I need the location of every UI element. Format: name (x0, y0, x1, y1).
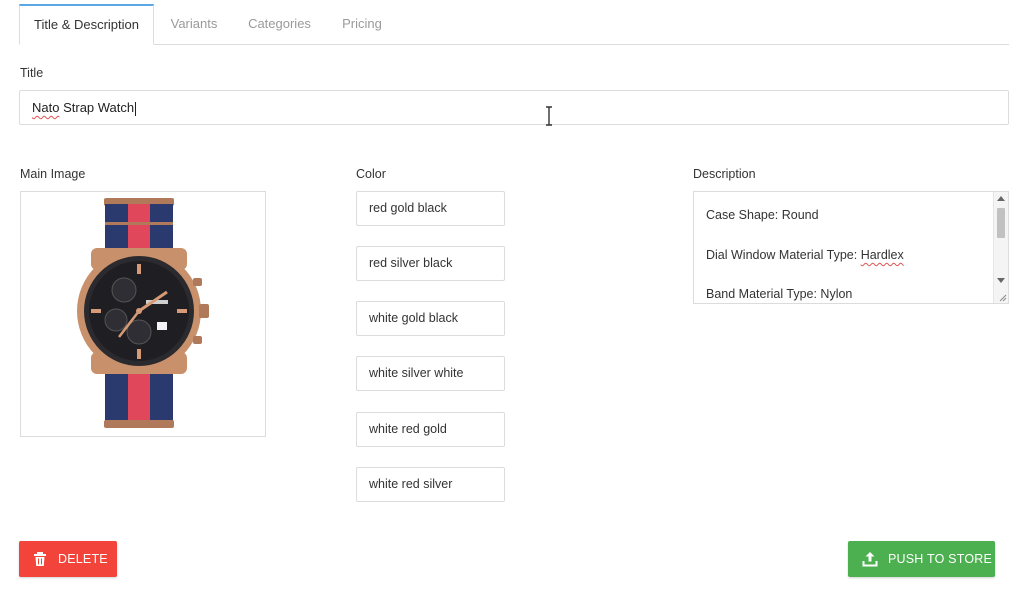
description-line-text: Dial Window Material Type: (706, 248, 861, 262)
main-image-label: Main Image (20, 167, 86, 181)
scroll-thumb[interactable] (997, 208, 1005, 238)
upload-icon (862, 552, 878, 567)
main-image[interactable] (20, 191, 266, 437)
watch-image-icon (77, 198, 209, 428)
description-scrollbar[interactable] (993, 192, 1008, 303)
scroll-down-arrow-icon[interactable] (997, 278, 1005, 283)
description-label: Description (693, 167, 756, 181)
tab-title-description[interactable]: Title & Description (19, 4, 154, 45)
color-label: Color (356, 167, 386, 181)
color-option[interactable]: white silver white (356, 356, 505, 391)
description-misspelled-word: Hardlex (860, 248, 904, 262)
color-option[interactable]: white gold black (356, 301, 505, 336)
ibeam-cursor-icon (546, 106, 552, 126)
resize-handle-icon[interactable] (997, 292, 1007, 302)
title-input[interactable]: Nato Strap Watch (19, 90, 1009, 125)
description-line: Dial Window Material Type: Hardlex (706, 248, 904, 262)
color-option[interactable]: white red silver (356, 467, 505, 502)
description-line: Case Shape: Round (706, 208, 819, 222)
description-line-text: Band Material Type: Nylon (706, 287, 853, 301)
text-caret (135, 101, 137, 116)
color-option[interactable]: red gold black (356, 191, 505, 226)
title-value-rest: Strap Watch (59, 100, 135, 115)
description-line-text: Case Shape: Round (706, 208, 819, 222)
tab-pricing[interactable]: Pricing (324, 4, 400, 44)
title-label: Title (20, 66, 44, 80)
tab-variants[interactable]: Variants (154, 4, 234, 44)
title-value-misspelled: Nato (32, 100, 60, 115)
color-option[interactable]: red silver black (356, 246, 505, 281)
scroll-up-arrow-icon[interactable] (997, 196, 1005, 201)
description-textarea[interactable]: Case Shape: Round Dial Window Material T… (693, 191, 1009, 304)
description-line: Band Material Type: Nylon (706, 287, 852, 301)
delete-button-label: DELETE (58, 552, 108, 566)
tab-bar: Title & Description Variants Categories … (19, 4, 1009, 45)
delete-button[interactable]: DELETE (19, 541, 117, 577)
push-to-store-button[interactable]: PUSH TO STORE (848, 541, 995, 577)
trash-icon (34, 552, 46, 566)
tab-categories[interactable]: Categories (237, 4, 322, 44)
color-option[interactable]: white red gold (356, 412, 505, 447)
push-to-store-label: PUSH TO STORE (888, 552, 993, 566)
